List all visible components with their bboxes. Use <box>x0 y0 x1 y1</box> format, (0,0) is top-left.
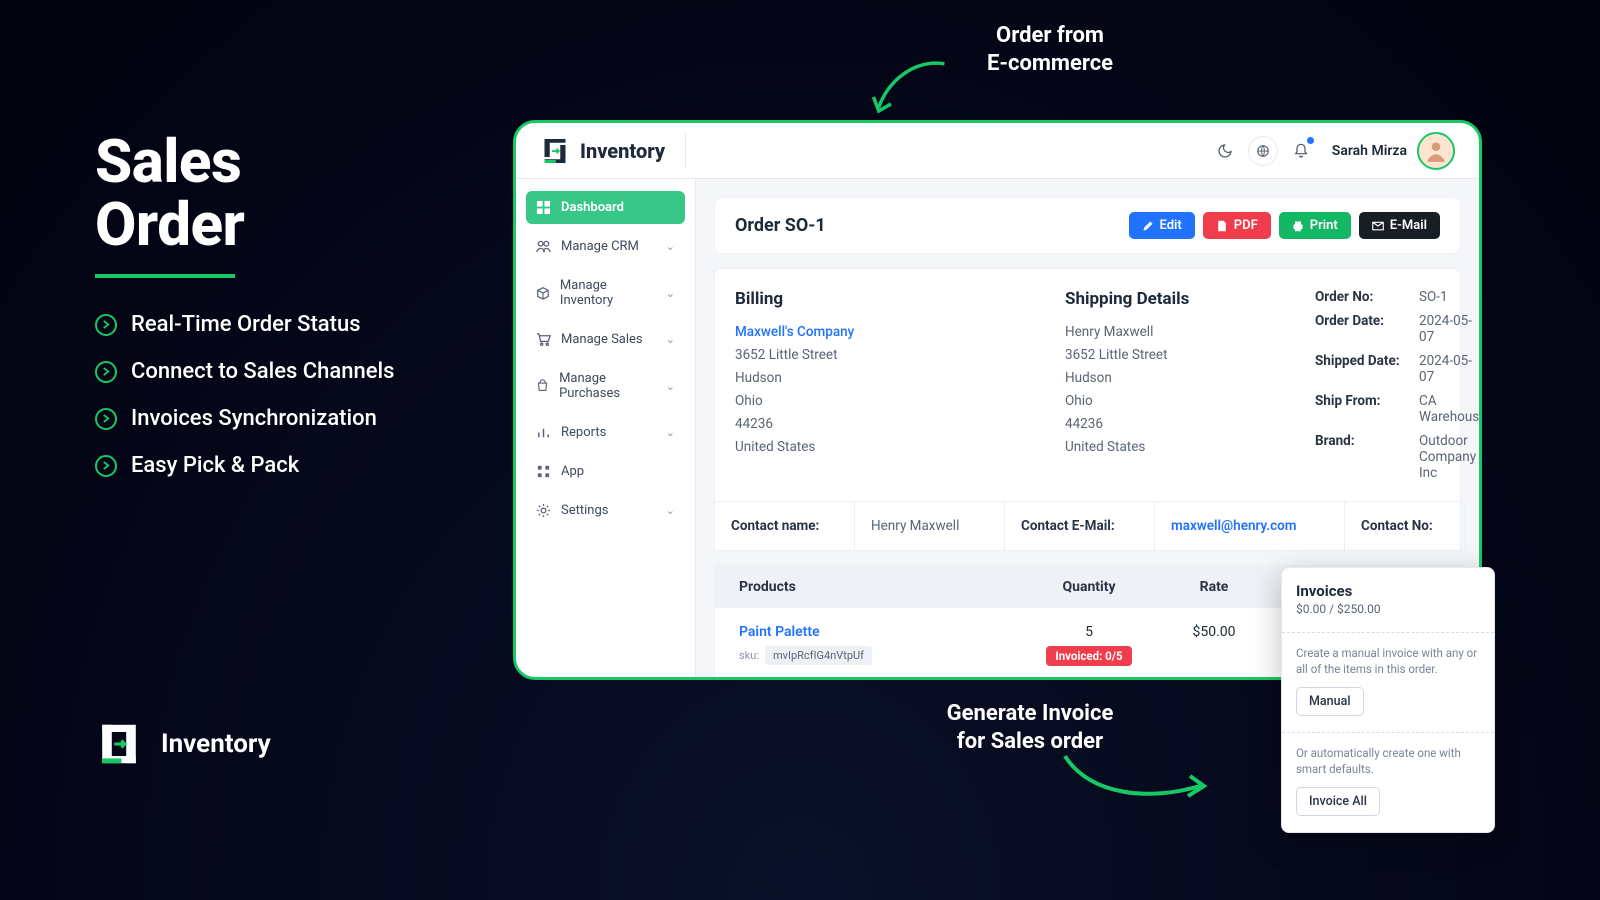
gear-icon <box>536 503 551 518</box>
marketing-hero: Sales Order Real-Time Order Status Conne… <box>95 130 475 500</box>
chevron-down-icon: ⌄ <box>666 240 675 253</box>
sidebar-item-reports[interactable]: Reports ⌄ <box>526 416 685 449</box>
sidebar-item-app[interactable]: App <box>526 455 685 488</box>
manual-invoice-button[interactable]: Manual <box>1296 687 1364 716</box>
chevron-down-icon: ⌄ <box>666 333 675 346</box>
chevron-right-icon <box>95 361 117 383</box>
chevron-down-icon: ⌄ <box>666 426 675 439</box>
sidebar: Dashboard Manage CRM ⌄ Manage Inventory … <box>516 179 696 677</box>
order-details: Billing Maxwell's Company 3652 Little St… <box>714 268 1461 501</box>
help-button[interactable] <box>1248 136 1278 166</box>
notification-dot <box>1307 137 1314 144</box>
meta-column: Order No:SO-1 Order Date:2024-05-07 Ship… <box>1315 289 1479 489</box>
dashboard-icon <box>536 200 551 215</box>
callout-top: Order fromE-commerce <box>920 22 1180 77</box>
printer-icon <box>1292 220 1304 232</box>
top-bar: Inventory Sarah Mirza <box>516 123 1479 179</box>
arrow-icon <box>1060 746 1220 816</box>
chevron-right-icon <box>95 408 117 430</box>
chevron-right-icon <box>95 314 117 336</box>
billing-column: Billing Maxwell's Company 3652 Little St… <box>735 289 1035 489</box>
invoice-all-button[interactable]: Invoice All <box>1296 787 1380 816</box>
pencil-icon <box>1142 220 1154 232</box>
users-icon <box>536 239 551 254</box>
chart-icon <box>536 425 551 440</box>
popover-title: Invoices <box>1296 582 1480 600</box>
user-avatar-icon <box>1423 138 1449 164</box>
edit-button[interactable]: Edit <box>1129 212 1195 239</box>
sku-badge: mvIpRcfIG4nVtpUf <box>765 646 872 665</box>
hero-bullet: Easy Pick & Pack <box>95 453 475 478</box>
box-icon <box>536 286 550 301</box>
sidebar-item-crm[interactable]: Manage CRM ⌄ <box>526 230 685 263</box>
contact-strip: Contact name: Henry Maxwell Contact E-Ma… <box>714 501 1461 551</box>
notifications-button[interactable] <box>1286 136 1316 166</box>
app-logo-icon <box>540 136 570 166</box>
app-name: Inventory <box>580 139 665 163</box>
sidebar-item-settings[interactable]: Settings ⌄ <box>526 494 685 527</box>
shipping-column: Shipping Details Henry Maxwell 3652 Litt… <box>1065 289 1285 489</box>
bell-icon <box>1293 143 1309 159</box>
globe-icon <box>1256 144 1270 158</box>
sidebar-item-dashboard[interactable]: Dashboard <box>526 191 685 224</box>
sidebar-item-purchases[interactable]: Manage Purchases ⌄ <box>526 362 685 410</box>
chevron-down-icon: ⌄ <box>666 504 675 517</box>
product-link[interactable]: Paint Palette <box>739 624 1029 640</box>
avatar[interactable] <box>1417 132 1455 170</box>
mail-icon <box>1372 220 1384 232</box>
hero-bullet: Real-Time Order Status <box>95 312 475 337</box>
contact-email-link[interactable]: maxwell@henry.com <box>1171 518 1297 534</box>
cart-icon <box>536 332 551 347</box>
app-brand: Inventory <box>540 136 665 166</box>
invoices-popover: Invoices $0.00 / $250.00 Create a manual… <box>1281 567 1495 833</box>
moon-icon <box>1217 143 1233 159</box>
brand-logo-icon <box>95 720 143 768</box>
hero-title: Sales Order <box>95 130 475 256</box>
popover-amount: $0.00 / $250.00 <box>1296 602 1480 616</box>
chevron-down-icon: ⌄ <box>666 287 675 300</box>
sidebar-item-inventory[interactable]: Manage Inventory ⌄ <box>526 269 685 317</box>
theme-toggle[interactable] <box>1210 136 1240 166</box>
hero-bullet: Connect to Sales Channels <box>95 359 475 384</box>
invoiced-badge: Invoiced: 0/5 <box>1046 646 1131 666</box>
chevron-right-icon <box>95 455 117 477</box>
bag-icon <box>536 379 549 394</box>
user-name: Sarah Mirza <box>1332 143 1407 159</box>
brand-footer: Inventory <box>95 720 271 768</box>
order-header: Order SO-1 Edit PDF Print <box>714 197 1461 254</box>
hero-underline <box>95 274 235 278</box>
sidebar-item-sales[interactable]: Manage Sales ⌄ <box>526 323 685 356</box>
pdf-button[interactable]: PDF <box>1203 212 1271 239</box>
hero-bullet: Invoices Synchronization <box>95 406 475 431</box>
email-button[interactable]: E-Mail <box>1359 212 1440 239</box>
file-icon <box>1216 220 1228 232</box>
order-title: Order SO-1 <box>735 215 826 236</box>
apps-icon <box>536 464 551 479</box>
arrow-icon <box>860 55 950 125</box>
brand-name: Inventory <box>161 729 271 759</box>
print-button[interactable]: Print <box>1279 212 1351 239</box>
chevron-down-icon: ⌄ <box>666 380 675 393</box>
billing-company-link[interactable]: Maxwell's Company <box>735 324 854 340</box>
